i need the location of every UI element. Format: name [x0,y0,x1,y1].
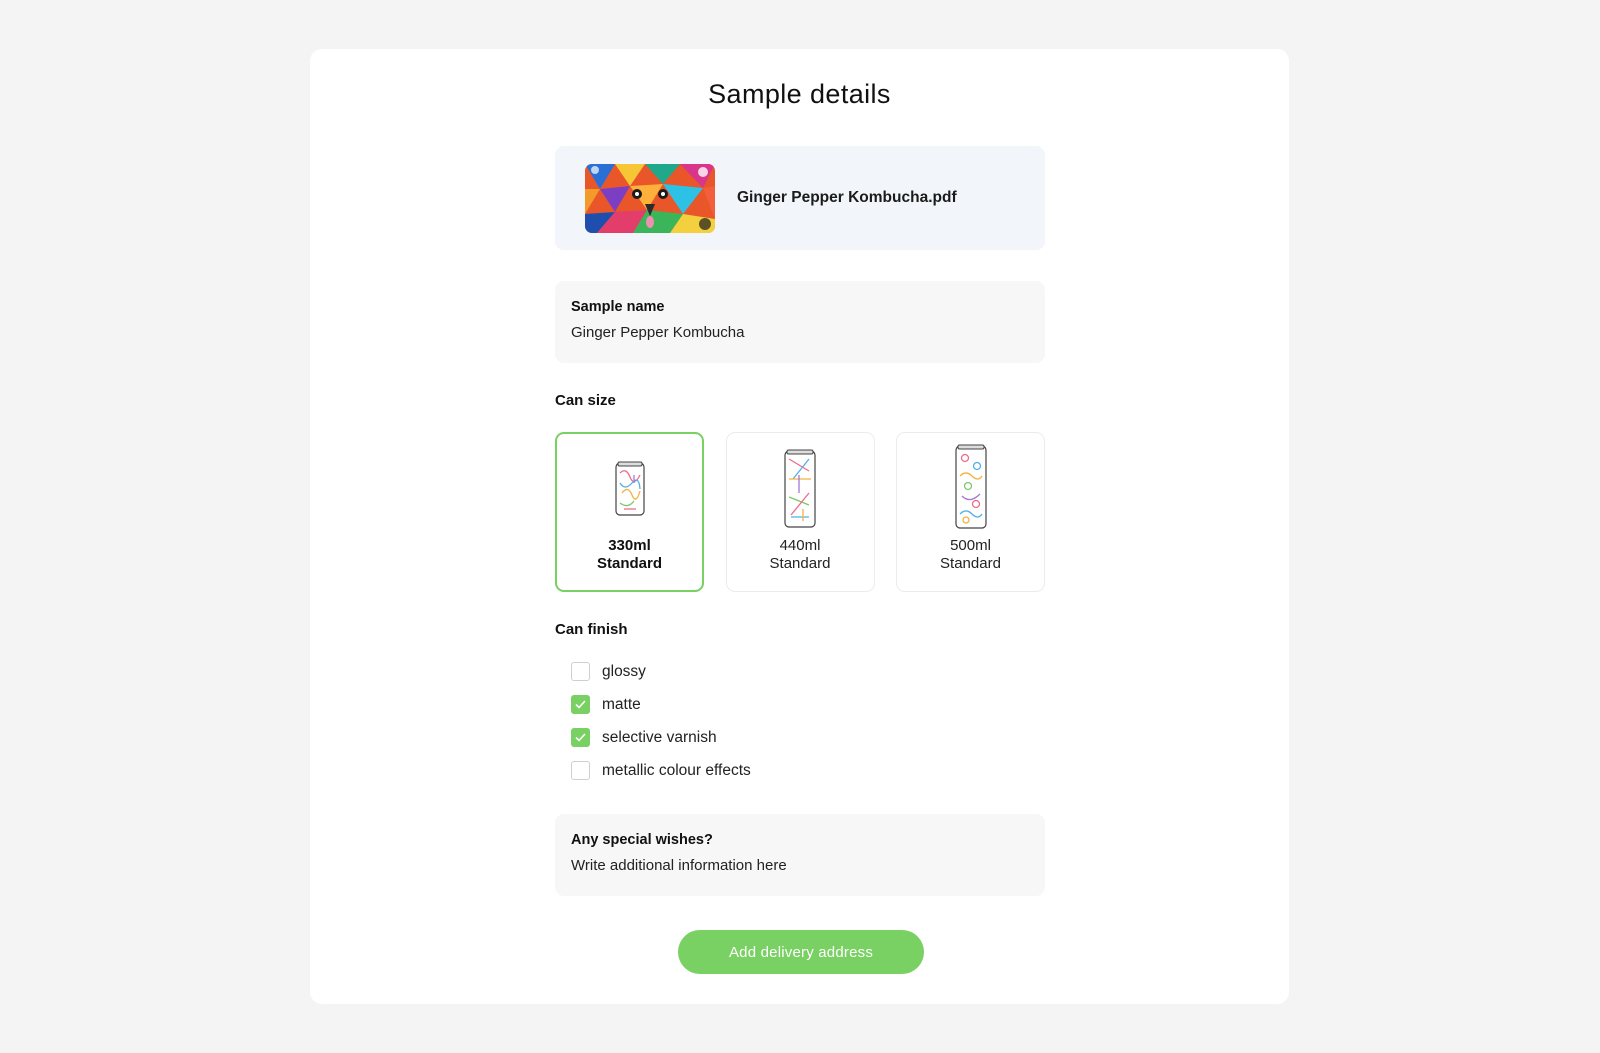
file-name: Ginger Pepper Kombucha.pdf [737,189,957,206]
can-size-option-440ml[interactable]: 440ml Standard [725,432,875,592]
can-size-option-330ml[interactable]: 330ml Standard [555,432,704,592]
glossy-checkbox[interactable] [571,662,590,681]
selective-varnish-checkbox[interactable] [571,728,590,747]
sample-details-card: Sample details Ginger Pepper Kombucha.pd… [310,49,1289,1004]
sample-name-field[interactable]: Sample name Ginger Pepper Kombucha [555,281,1045,363]
can-330-icon [614,461,645,516]
sample-name-label: Sample name [571,299,665,315]
finish-option-label: selective varnish [602,728,717,746]
page-title: Sample details [708,79,891,109]
can-size-type: Standard [596,555,662,572]
can-finish-label: Can finish [555,621,628,638]
can-440-icon [784,449,816,528]
can-size-type: Standard [769,555,831,572]
can-size-volume: 440ml [779,537,821,554]
can-size-options: 330ml Standard 440ml Standard 500ml Stan… [555,432,1045,592]
finish-option-matte[interactable]: matte [571,688,1045,721]
finish-option-selective-varnish[interactable]: selective varnish [571,721,1045,754]
colorful-lion-artwork-thumbnail [585,163,715,233]
metallic-colour-effects-checkbox[interactable] [571,761,590,780]
special-wishes-input[interactable] [571,857,1029,874]
can-size-volume: 500ml [950,537,991,554]
checkmark-icon [575,733,586,742]
finish-option-glossy[interactable]: glossy [571,655,1045,688]
can-size-option-500ml[interactable]: 500ml Standard [896,432,1045,592]
can-size-type: Standard [940,555,1001,572]
can-finish-options: glossy matte selective varnish metallic … [555,655,1045,787]
matte-checkbox[interactable] [571,695,590,714]
finish-option-metallic-colour-effects[interactable]: metallic colour effects [571,754,1045,787]
finish-option-label: matte [602,695,641,713]
sample-name-value[interactable]: Ginger Pepper Kombucha [571,324,1029,341]
uploaded-file[interactable]: Ginger Pepper Kombucha.pdf [555,146,1045,250]
special-wishes-label: Any special wishes? [571,832,713,848]
checkmark-icon [575,700,586,709]
can-size-volume: 330ml [608,537,651,554]
can-500-icon [954,444,987,529]
finish-option-label: glossy [602,662,646,680]
add-delivery-address-button[interactable]: Add delivery address [678,930,924,974]
can-size-label: Can size [555,392,616,409]
special-wishes-field[interactable]: Any special wishes? [555,814,1045,896]
finish-option-label: metallic colour effects [602,761,751,779]
